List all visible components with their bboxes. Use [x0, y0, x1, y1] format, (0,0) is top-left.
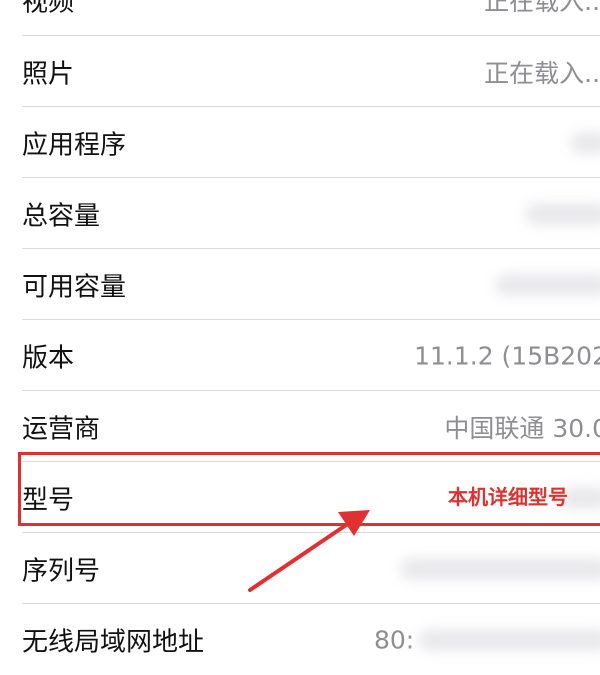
annotation-arrow-icon: [248, 510, 370, 592]
